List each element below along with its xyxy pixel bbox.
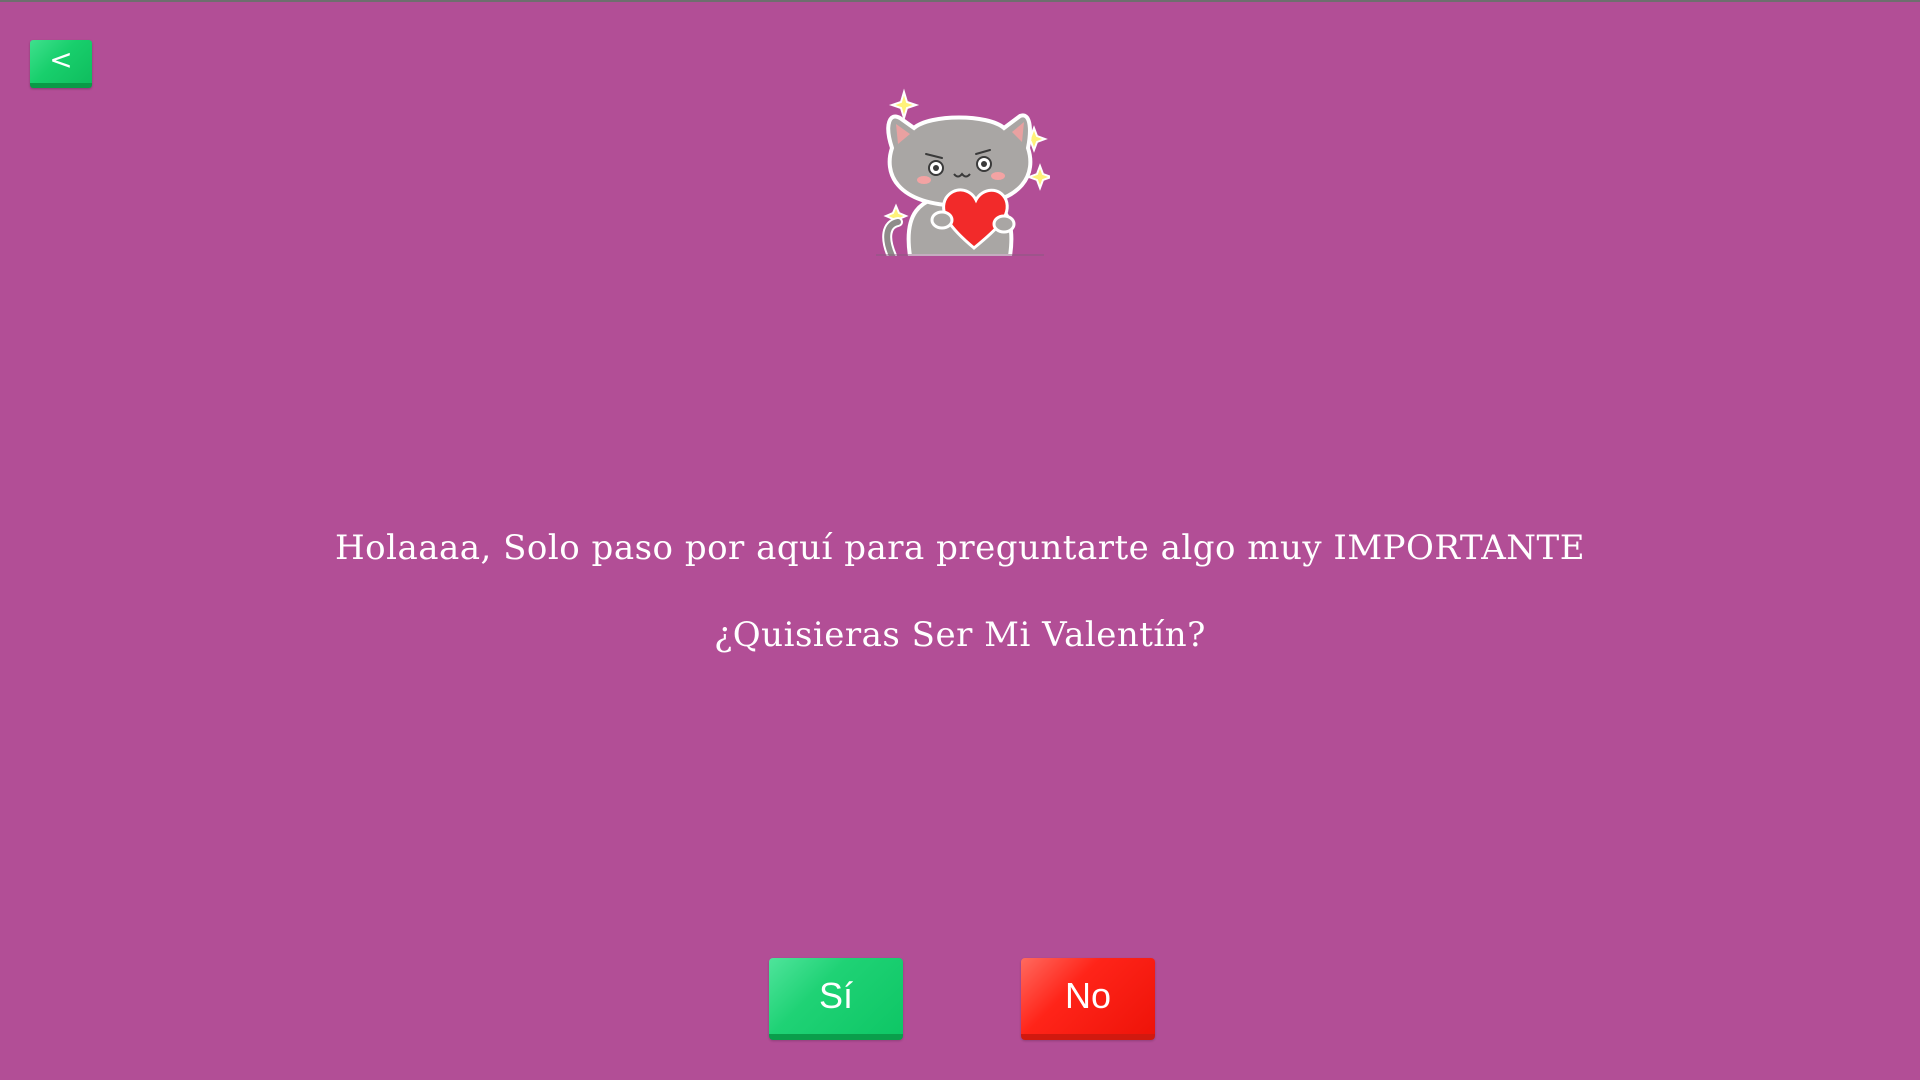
top-border — [0, 0, 1920, 2]
cat-holding-heart-icon — [870, 88, 1054, 261]
yes-button[interactable]: Sí — [769, 958, 903, 1040]
valentine-question: ¿Quisieras Ser Mi Valentín? — [714, 615, 1206, 655]
no-button[interactable]: No — [1021, 958, 1155, 1040]
intro-message: Holaaaa, Solo paso por aquí para pregunt… — [334, 528, 1586, 568]
back-button[interactable]: < — [30, 40, 92, 88]
